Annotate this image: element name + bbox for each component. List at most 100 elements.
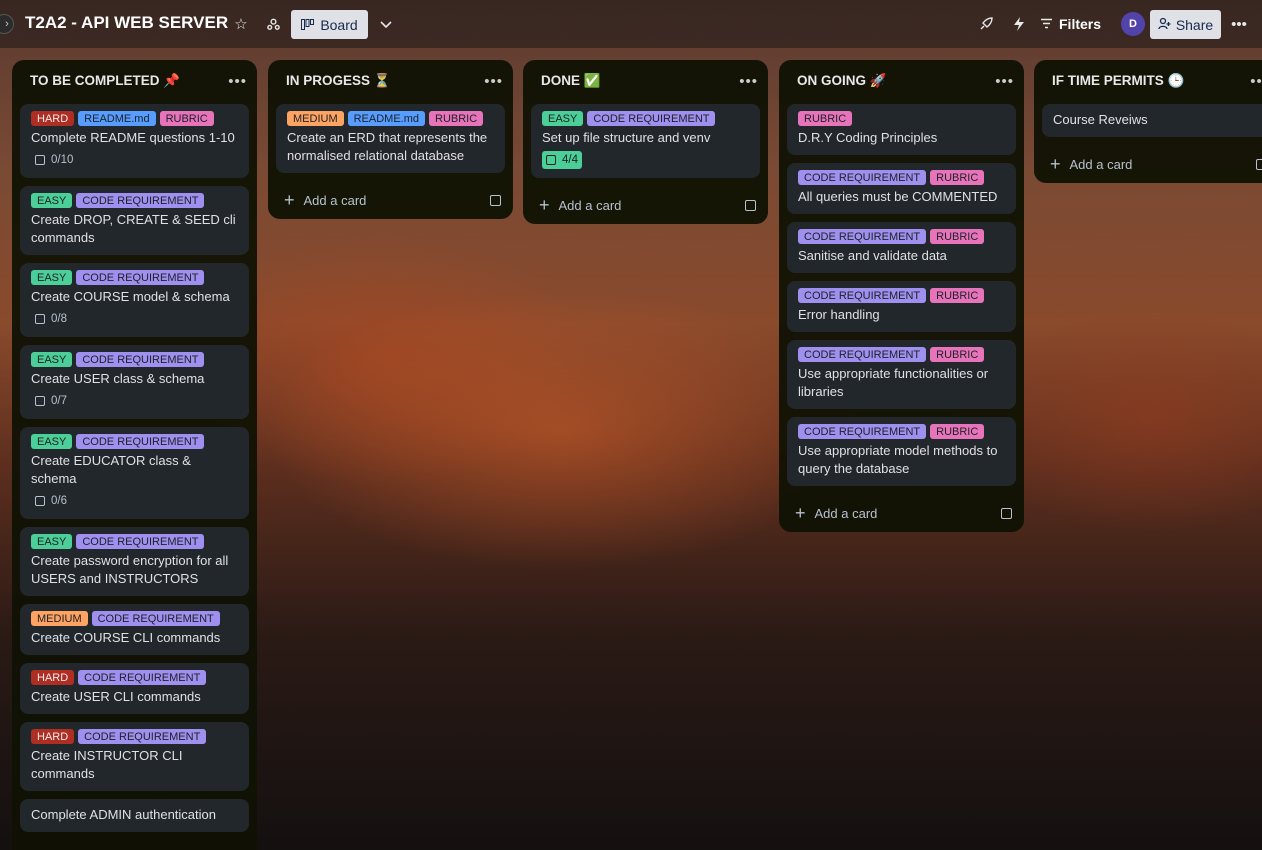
card-list: MEDIUM README.md RUBRIC Create an ERD that … (268, 102, 513, 173)
list-title[interactable]: IN PROGESS ⏳ (286, 73, 391, 89)
card-label[interactable]: EASY (31, 270, 73, 285)
add-card-button[interactable]: +Add a card (523, 186, 768, 224)
list-menu-icon[interactable]: ••• (228, 73, 247, 90)
expand-sidebar-button[interactable]: › (0, 14, 14, 34)
star-icon[interactable]: ☆ (231, 14, 251, 34)
card[interactable]: EASY CODE REQUIREMENT Create EDUCATOR clas… (20, 427, 249, 519)
card-label[interactable]: EASY (31, 193, 73, 208)
list-title[interactable]: IF TIME PERMITS 🕒 (1052, 73, 1184, 89)
card-label[interactable]: RUBRIC (930, 170, 985, 185)
card-label[interactable]: EASY (31, 352, 73, 367)
card-label[interactable]: RUBRIC (930, 424, 985, 439)
card-label[interactable]: MEDIUM (287, 111, 344, 126)
card-label[interactable]: MEDIUM (31, 611, 88, 626)
card-label[interactable]: CODE REQUIREMENT (78, 729, 207, 744)
card-label[interactable]: CODE REQUIREMENT (798, 424, 927, 439)
list-menu-icon[interactable]: ••• (995, 73, 1014, 90)
list-title[interactable]: TO BE COMPLETED 📌 (30, 73, 180, 89)
card-title: Create COURSE model & schema (31, 289, 230, 304)
card-labels: EASY CODE REQUIREMENT (31, 270, 238, 285)
card[interactable]: Course Reveiws (1042, 104, 1262, 137)
card-label[interactable]: CODE REQUIREMENT (798, 170, 927, 185)
card[interactable]: RUBRIC D.R.Y Coding Principles (787, 104, 1016, 155)
share-label: Share (1175, 16, 1214, 33)
card[interactable]: EASY CODE REQUIREMENT Create USER class & … (20, 345, 249, 419)
list-menu-icon[interactable]: ••• (1250, 73, 1262, 90)
list-menu-icon[interactable]: ••• (739, 73, 758, 90)
checklist-icon (35, 314, 45, 324)
card[interactable]: MEDIUM README.md RUBRIC Create an ERD that … (276, 104, 505, 173)
card[interactable]: HARD README.md RUBRIC Complete README quest… (20, 104, 249, 178)
share-button[interactable]: Share (1150, 10, 1221, 39)
card-label[interactable]: README.md (347, 111, 426, 126)
card-title: Create USER class & schema (31, 371, 205, 386)
filters-button[interactable]: Filters (1040, 10, 1101, 38)
more-icon[interactable]: ••• (1229, 14, 1249, 34)
card-template-icon[interactable] (1256, 158, 1262, 170)
card-label[interactable]: CODE REQUIREMENT (76, 193, 205, 208)
card-labels: CODE REQUIREMENT RUBRIC (798, 347, 1005, 362)
card-label[interactable]: CODE REQUIREMENT (78, 670, 207, 685)
card-title: Create INSTRUCTOR CLI commands (31, 748, 183, 781)
card-label[interactable]: EASY (542, 111, 584, 126)
lightning-icon[interactable] (1009, 14, 1029, 34)
card-label[interactable]: RUBRIC (930, 288, 985, 303)
board-title[interactable]: T2A2 - API WEB SERVER (25, 13, 228, 33)
list-title[interactable]: ON GOING 🚀 (797, 73, 887, 89)
card[interactable]: EASY CODE REQUIREMENT Set up file structur… (531, 104, 760, 178)
card[interactable]: HARD CODE REQUIREMENT Create USER CLI comm… (20, 663, 249, 714)
checklist-icon (35, 496, 45, 506)
card-label[interactable]: RUBRIC (930, 229, 985, 244)
card-label[interactable]: RUBRIC (159, 111, 214, 126)
card[interactable]: EASY CODE REQUIREMENT Create COURSE model … (20, 263, 249, 337)
card-label[interactable]: README.md (78, 111, 156, 126)
card-title: Use appropriate functionalities or libra… (798, 366, 989, 399)
card-label[interactable]: HARD (31, 670, 75, 685)
card-list: HARD README.md RUBRIC Complete README quest… (12, 102, 257, 832)
card[interactable]: CODE REQUIREMENT RUBRIC Error handling (787, 281, 1016, 332)
card[interactable]: EASY CODE REQUIREMENT Create DROP, CREATE … (20, 186, 249, 255)
chevron-down-icon[interactable] (376, 14, 396, 34)
card[interactable]: HARD CODE REQUIREMENT Create INSTRUCTOR CL… (20, 722, 249, 791)
card[interactable]: EASY CODE REQUIREMENT Create password encr… (20, 527, 249, 596)
card-label[interactable]: CODE REQUIREMENT (798, 347, 927, 362)
card-label[interactable]: RUBRIC (429, 111, 484, 126)
list: IF TIME PERMITS 🕒 ••• Course Reveiws + Add a… (1034, 60, 1262, 183)
card-label[interactable]: CODE REQUIREMENT (798, 288, 927, 303)
rocket-icon[interactable] (976, 14, 996, 34)
card[interactable]: CODE REQUIREMENT RUBRIC All queries must b… (787, 163, 1016, 214)
card-template-icon[interactable] (1001, 507, 1012, 519)
card-template-icon[interactable] (745, 199, 756, 211)
card-label[interactable]: EASY (31, 534, 73, 549)
plus-icon: + (539, 195, 550, 215)
card-label[interactable]: CODE REQUIREMENT (76, 352, 205, 367)
card-template-icon[interactable] (490, 194, 501, 206)
card[interactable]: MEDIUM CODE REQUIREMENT Create COURSE CLI … (20, 604, 249, 655)
card[interactable]: CODE REQUIREMENT RUBRIC Use appropriate fu… (787, 340, 1016, 409)
card-label[interactable]: CODE REQUIREMENT (76, 534, 205, 549)
avatar[interactable]: D (1121, 12, 1145, 36)
add-card-label: Add a card (1069, 156, 1133, 172)
list-title[interactable]: DONE ✅ (541, 73, 601, 89)
add-card-button[interactable]: +Add a card (268, 181, 513, 219)
card-label[interactable]: HARD (31, 729, 75, 744)
workspace-visibility-icon[interactable] (263, 14, 283, 34)
card-label[interactable]: CODE REQUIREMENT (76, 270, 205, 285)
plus-icon: + (284, 190, 295, 210)
card-label[interactable]: RUBRIC (930, 347, 985, 362)
add-card-button[interactable]: +Add a card (779, 494, 1024, 532)
list-menu-icon[interactable]: ••• (484, 73, 503, 90)
card-label[interactable]: HARD (31, 111, 75, 126)
card-label[interactable]: CODE REQUIREMENT (91, 611, 220, 626)
card-label[interactable]: CODE REQUIREMENT (76, 434, 205, 449)
card[interactable]: Complete ADMIN authentication (20, 799, 249, 832)
card-label[interactable]: CODE REQUIREMENT (798, 229, 927, 244)
card-label[interactable]: CODE REQUIREMENT (587, 111, 716, 126)
card[interactable]: CODE REQUIREMENT RUBRIC Use appropriate mo… (787, 417, 1016, 486)
card[interactable]: CODE REQUIREMENT RUBRIC Sanitise and valid… (787, 222, 1016, 273)
card-label[interactable]: RUBRIC (798, 111, 853, 126)
add-card-button[interactable]: +Add a card (1034, 145, 1262, 183)
add-card-button[interactable]: +Add a card (12, 840, 257, 850)
card-label[interactable]: EASY (31, 434, 73, 449)
board-view-button[interactable]: Board (291, 10, 368, 39)
